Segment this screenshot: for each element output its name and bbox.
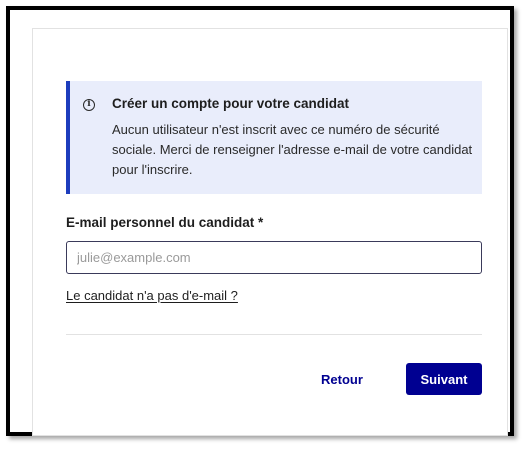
notice-body: Aucun utilisateur n'est inscrit avec ce …	[112, 122, 473, 177]
no-email-link[interactable]: Le candidat n'a pas d'e-mail ?	[66, 288, 238, 303]
next-button[interactable]: Suivant	[406, 363, 482, 395]
email-field[interactable]	[66, 241, 482, 274]
notice-title: Créer un compte pour votre candidat	[112, 96, 350, 111]
info-icon: i	[83, 99, 95, 111]
window-frame: i Créer un compte pour votre candidat Au…	[6, 6, 514, 436]
info-notice: i Créer un compte pour votre candidat Au…	[66, 81, 482, 194]
email-field-label: E-mail personnel du candidat *	[66, 215, 264, 230]
form-card: i Créer un compte pour votre candidat Au…	[32, 28, 508, 436]
divider	[66, 334, 482, 335]
back-button[interactable]: Retour	[307, 363, 377, 395]
